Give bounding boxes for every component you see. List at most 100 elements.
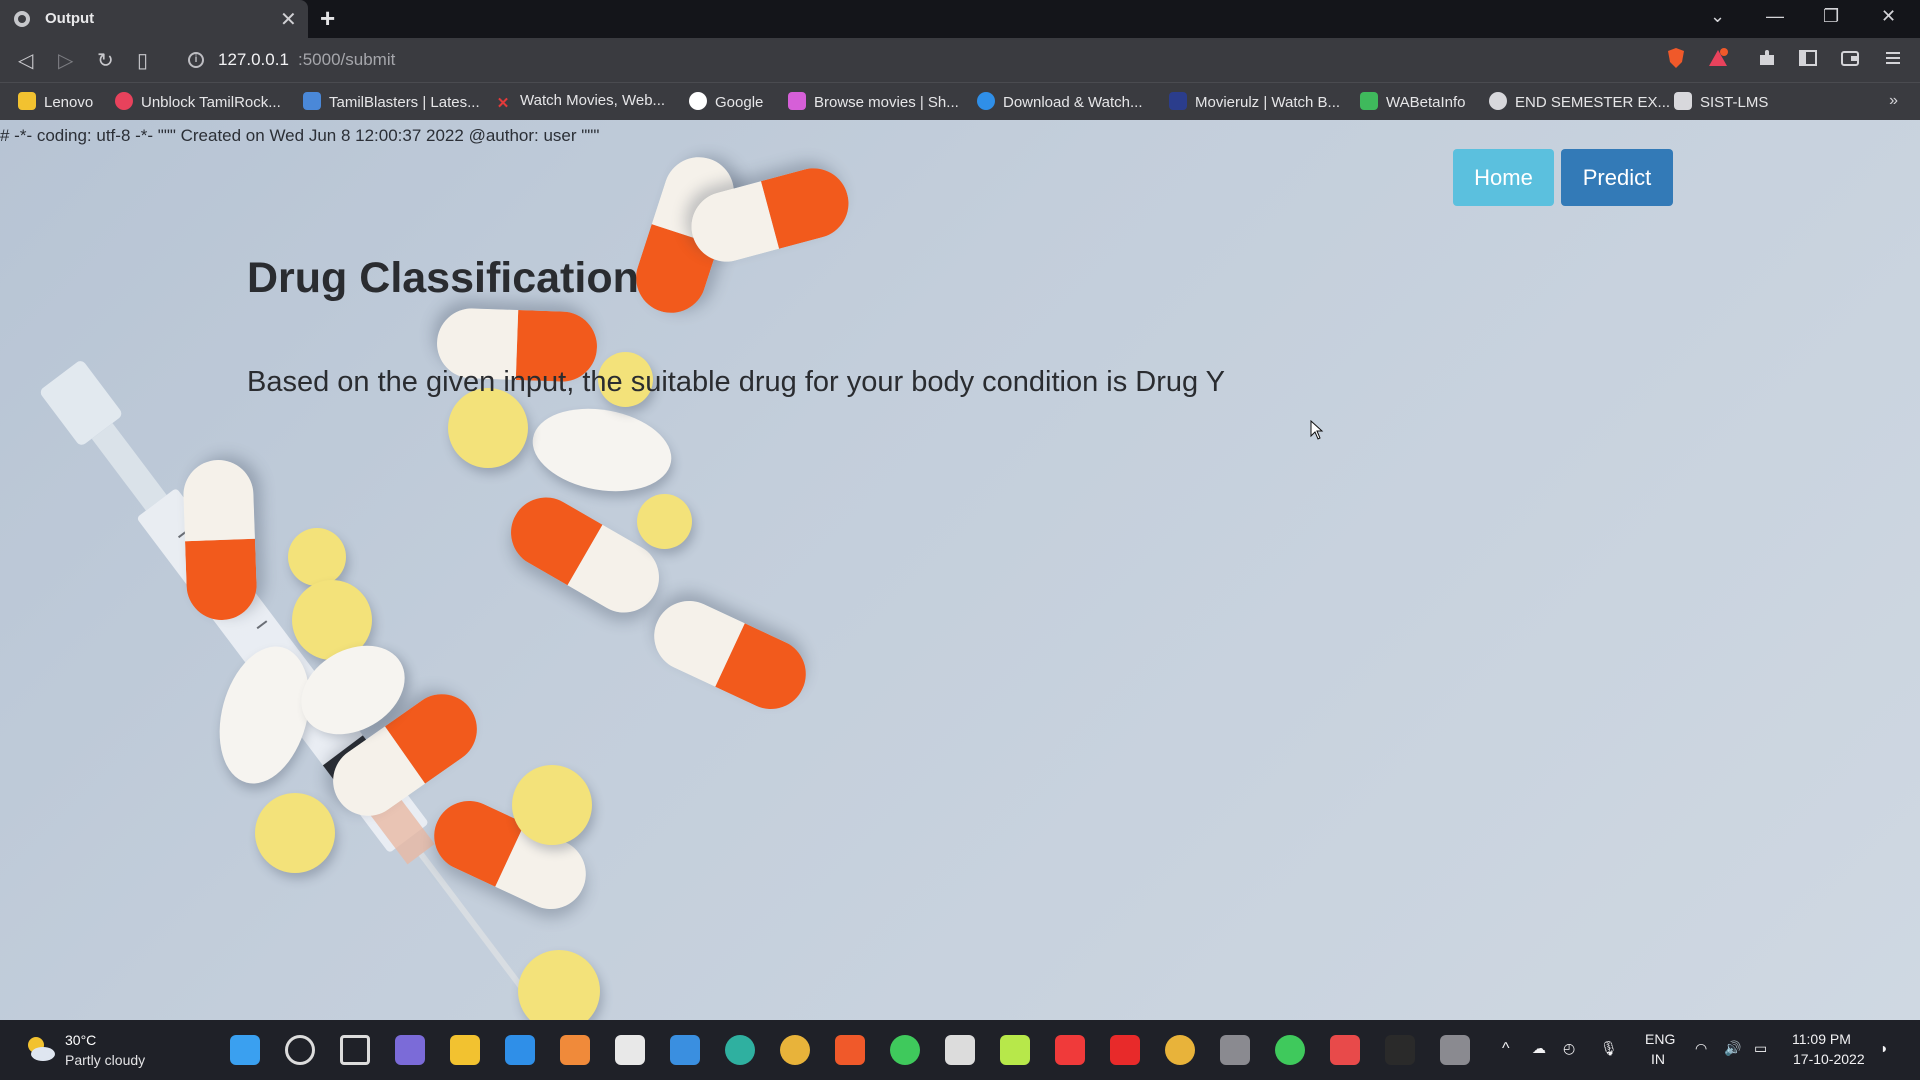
minimize-button[interactable]: — — [1766, 6, 1784, 27]
windows-taskbar: 30°C Partly cloudy ^ ☁ ◴ 🎙 ENG IN ◠ 🔊 ▭ … — [0, 1020, 1920, 1080]
chrome-icon[interactable] — [780, 1035, 810, 1065]
url-path: :5000/submit — [298, 50, 396, 69]
task-view-icon[interactable] — [340, 1035, 370, 1065]
x-logo-icon: ✕ — [496, 95, 510, 112]
tablet-image — [448, 388, 528, 468]
reload-icon[interactable]: ↻ — [97, 48, 114, 73]
url-host: 127.0.0.1 — [218, 50, 289, 69]
predict-button[interactable]: Predict — [1561, 149, 1673, 206]
mail-icon[interactable] — [670, 1035, 700, 1065]
edge-icon[interactable] — [725, 1035, 755, 1065]
coding-comment: # -*- coding: utf-8 -*- """ Created on W… — [0, 126, 600, 145]
bookmarks-bar: Lenovo Unblock TamilRock... TamilBlaster… — [0, 82, 1920, 120]
loader-icon[interactable] — [1275, 1035, 1305, 1065]
search-icon[interactable] — [285, 1035, 315, 1065]
info-icon[interactable]: i — [188, 52, 204, 68]
bookmark-browse-movies[interactable]: Browse movies | Sh... — [788, 92, 959, 114]
microphone-icon[interactable]: 🎙 — [1600, 1040, 1618, 1057]
region-indicator[interactable]: IN — [1651, 1051, 1665, 1067]
home-button[interactable]: Home — [1453, 149, 1554, 206]
terminal-icon[interactable] — [1220, 1035, 1250, 1065]
tamilblasters-icon — [303, 92, 321, 110]
prediction-result: Based on the given input, the suitable d… — [247, 366, 1226, 398]
folder-icon — [18, 92, 36, 110]
bookmark-icon[interactable]: ▯ — [137, 48, 148, 73]
back-icon[interactable]: ◁ — [18, 48, 33, 73]
new-tab-button[interactable]: + — [320, 3, 335, 34]
media-player-icon[interactable] — [560, 1035, 590, 1065]
tab-title: Output — [45, 10, 95, 27]
bookmark-download-watch[interactable]: Download & Watch... — [977, 92, 1143, 114]
wallet-icon[interactable] — [1839, 47, 1861, 69]
tablet-image — [512, 765, 592, 845]
brave-icon[interactable] — [835, 1035, 865, 1065]
capsule-image — [182, 458, 258, 622]
page-title: Drug Classification — [247, 254, 639, 302]
tamilrockers-icon — [115, 92, 133, 110]
bookmark-sist-lms[interactable]: SIST-LMS — [1674, 92, 1768, 114]
notepad-icon[interactable] — [945, 1035, 975, 1065]
google-icon — [689, 92, 707, 110]
file-explorer-icon[interactable] — [450, 1035, 480, 1065]
tab-output[interactable]: Output ✕ — [0, 0, 308, 38]
volume-icon[interactable]: 🔊 — [1724, 1040, 1741, 1057]
browser-toolbar: ◁ ▷ ↻ ▯ i 127.0.0.1 :5000/submit — [0, 38, 1920, 82]
chrome-profile-icon[interactable] — [1165, 1035, 1195, 1065]
wifi-icon[interactable]: ◠ — [1695, 1040, 1707, 1057]
notifications-icon[interactable]: ◗ — [1880, 1040, 1888, 1056]
mouse-cursor-icon — [1310, 420, 1324, 440]
tab-bar: Output ✕ + ⌄ — ❐ ✕ — [0, 0, 1920, 38]
brave-shields-icon[interactable] — [1665, 47, 1687, 69]
bookmark-unblock-tamilrockers[interactable]: Unblock TamilRock... — [115, 92, 281, 114]
tablet-image — [518, 950, 600, 1020]
capsule-image — [642, 589, 818, 721]
github-desktop-icon[interactable] — [1440, 1035, 1470, 1065]
teams-chat-icon[interactable] — [395, 1035, 425, 1065]
weather-condition: Partly cloudy — [65, 1052, 146, 1068]
restore-button[interactable]: ❐ — [1823, 6, 1839, 27]
menu-icon[interactable] — [1882, 47, 1904, 69]
clock-date[interactable]: 17-10-2022 — [1793, 1051, 1865, 1067]
bookmark-google[interactable]: Google — [689, 92, 763, 114]
youtube-icon[interactable] — [1055, 1035, 1085, 1065]
battery-icon[interactable]: ▭ — [1754, 1040, 1767, 1057]
weather-temperature: 30°C — [65, 1032, 97, 1048]
bookmark-wabetainfo[interactable]: WABetaInfo — [1360, 92, 1465, 114]
clock-time[interactable]: 11:09 PM — [1792, 1031, 1851, 1047]
movierulz-icon — [1169, 92, 1187, 110]
close-icon[interactable]: ✕ — [280, 7, 297, 32]
clock-app-icon[interactable]: ◴ — [1563, 1040, 1575, 1057]
command-prompt-icon[interactable] — [1385, 1035, 1415, 1065]
windows-start-icon[interactable] — [230, 1035, 260, 1065]
tab-search-icon[interactable]: ⌄ — [1710, 6, 1725, 27]
play-icon — [977, 92, 995, 110]
pycharm-icon[interactable] — [1000, 1035, 1030, 1065]
video-player-icon[interactable] — [615, 1035, 645, 1065]
sist-lms-icon — [1674, 92, 1692, 110]
whatsapp-icon[interactable] — [890, 1035, 920, 1065]
bookmarks-more-button[interactable]: » — [1889, 92, 1898, 110]
youtube-music-icon[interactable] — [1110, 1035, 1140, 1065]
tablet-image — [637, 494, 692, 549]
page-content: # -*- coding: utf-8 -*- """ Created on W… — [0, 120, 1920, 1020]
snipping-tool-icon[interactable] — [1330, 1035, 1360, 1065]
bookmark-watch-movies[interactable]: ✕ Watch Movies, Web... — [494, 92, 665, 114]
forward-icon[interactable]: ▷ — [58, 48, 73, 73]
bookmark-lenovo[interactable]: Lenovo — [18, 92, 93, 114]
show-hidden-icons-icon[interactable]: ^ — [1502, 1040, 1510, 1058]
tablet-image — [526, 398, 678, 502]
extensions-icon[interactable] — [1756, 47, 1778, 69]
sidebar-icon[interactable] — [1797, 47, 1819, 69]
globe-icon — [14, 11, 30, 27]
partly-cloudy-icon — [28, 1037, 55, 1061]
bookmark-tamilblasters[interactable]: TamilBlasters | Lates... — [303, 92, 480, 114]
brave-rewards-icon[interactable] — [1707, 47, 1729, 69]
tablet-image — [288, 528, 346, 586]
bookmark-end-semester[interactable]: END SEMESTER EX... — [1489, 92, 1670, 114]
bookmark-movierulz[interactable]: Movierulz | Watch B... — [1169, 92, 1340, 114]
close-window-button[interactable]: ✕ — [1881, 6, 1896, 27]
language-indicator[interactable]: ENG — [1645, 1031, 1675, 1047]
onedrive-icon[interactable]: ☁ — [1532, 1040, 1546, 1057]
desktop-icon[interactable] — [505, 1035, 535, 1065]
address-bar[interactable]: i 127.0.0.1 :5000/submit — [176, 45, 1651, 75]
